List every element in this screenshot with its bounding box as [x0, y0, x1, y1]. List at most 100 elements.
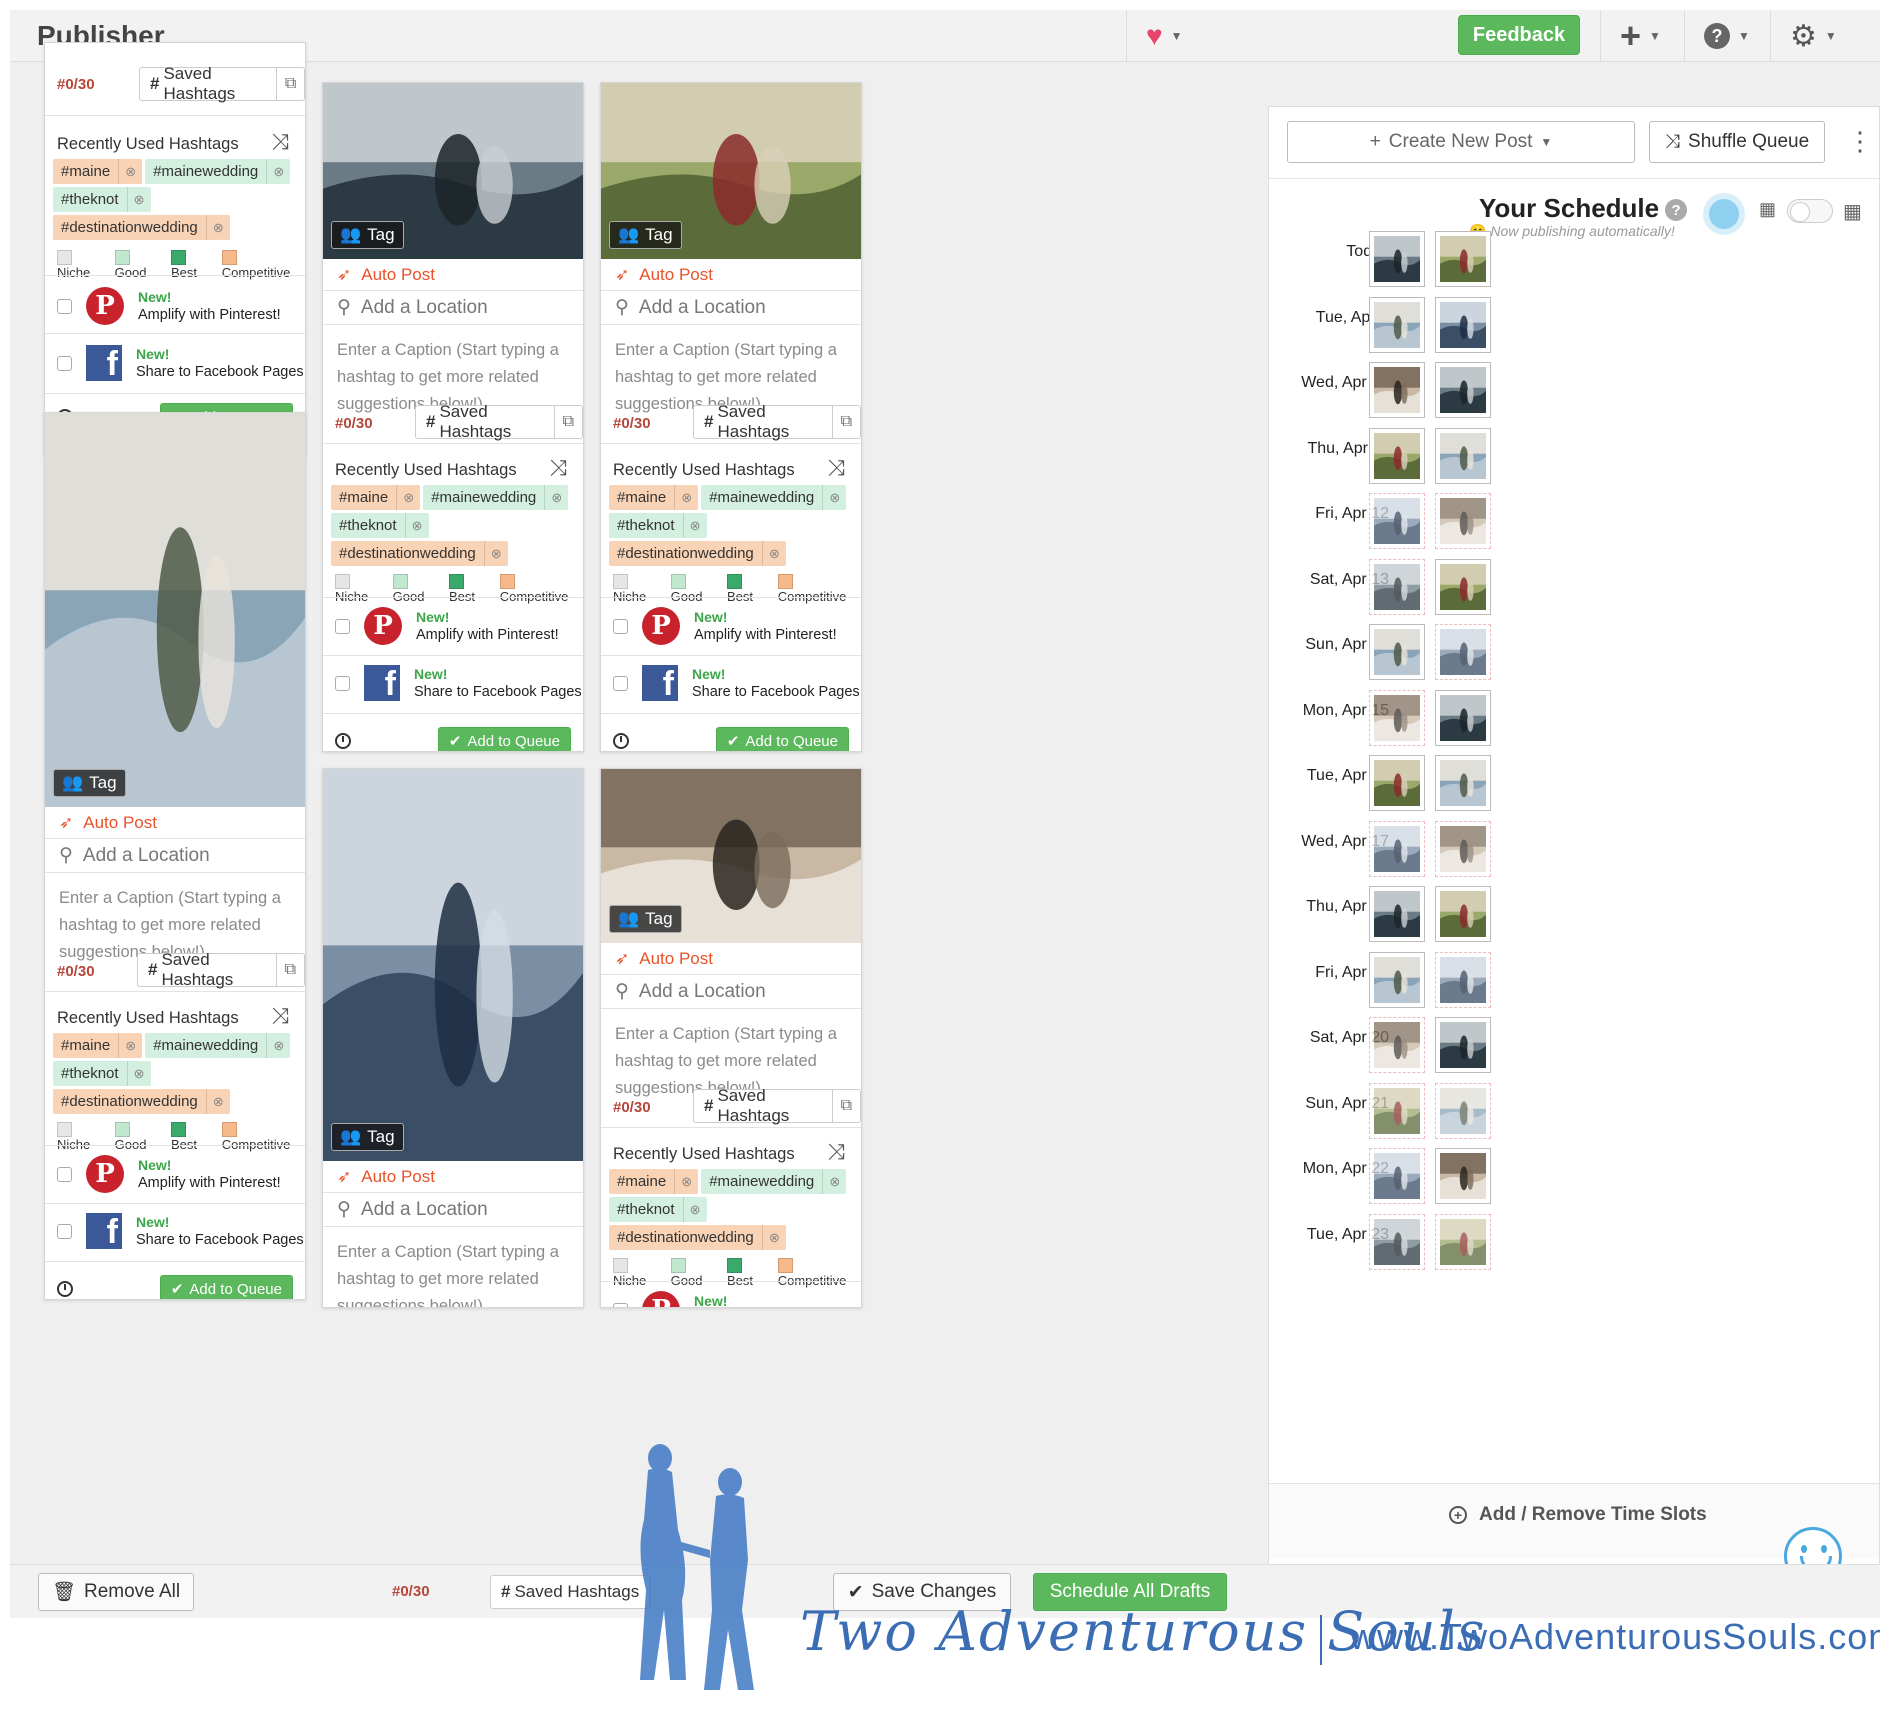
schedule-slot[interactable]: [1435, 427, 1491, 484]
remove-hashtag-icon[interactable]: ⊗: [404, 513, 429, 538]
hashtag-chip[interactable]: #destinationwedding ⊗: [53, 215, 230, 240]
add-menu[interactable]: + ▼: [1620, 15, 1661, 56]
schedule-slot[interactable]: [1435, 362, 1491, 418]
remove-hashtag-icon[interactable]: ⊗: [266, 159, 290, 184]
calendar-icon[interactable]: ▦: [1759, 199, 1776, 220]
saved-hashtags-button[interactable]: # Saved Hashtags ⧉: [693, 402, 861, 441]
schedule-slot[interactable]: [1369, 296, 1425, 353]
hashtag-chip[interactable]: #destinationwedding ⊗: [331, 541, 508, 566]
shuffle-icon[interactable]: ⤨: [271, 1003, 289, 1029]
auto-post-row[interactable]: ➶ Auto Post: [323, 259, 583, 291]
hashtag-chip[interactable]: #maine ⊗: [53, 1033, 143, 1058]
remove-hashtag-icon[interactable]: ⊗: [674, 485, 698, 510]
tag-button[interactable]: 👥 Tag: [331, 1123, 404, 1151]
saved-hashtags-button[interactable]: # Saved Hashtags ⧉: [415, 402, 583, 441]
schedule-slot[interactable]: [1369, 1148, 1425, 1204]
schedule-slot[interactable]: [1369, 689, 1425, 746]
schedule-slot[interactable]: [1435, 624, 1491, 680]
tag-button[interactable]: 👥 Tag: [53, 769, 126, 797]
tag-button[interactable]: 👥 Tag: [609, 905, 682, 933]
caption-input[interactable]: Enter a Caption (Start typing a hashtag …: [45, 873, 305, 961]
pinterest-checkbox[interactable]: [613, 1302, 628, 1307]
schedule-slot[interactable]: [1435, 493, 1491, 549]
remove-hashtag-icon[interactable]: ⊗: [822, 1169, 846, 1194]
post-photo[interactable]: 👥 Tag: [601, 769, 861, 943]
schedule-slot[interactable]: [1369, 755, 1425, 811]
facebook-checkbox[interactable]: [57, 355, 72, 371]
remove-hashtag-icon[interactable]: ⊗: [674, 1169, 698, 1194]
post-photo[interactable]: 👥 Tag: [323, 83, 583, 259]
hashtag-chip[interactable]: #theknot ⊗: [53, 1061, 151, 1086]
post-photo[interactable]: 👥 Tag: [323, 769, 583, 1161]
hashtag-chip[interactable]: #maine ⊗: [609, 1169, 699, 1194]
schedule-slot[interactable]: [1369, 427, 1425, 484]
caption-input[interactable]: Enter a Caption (Start typing a hashtag …: [323, 325, 583, 413]
add-location-field[interactable]: ⚲ Add a Location: [601, 291, 861, 325]
remove-hashtag-icon[interactable]: ⊗: [682, 1197, 707, 1222]
schedule-slot[interactable]: [1435, 820, 1491, 877]
remove-hashtag-icon[interactable]: ⊗: [266, 1033, 290, 1058]
remove-hashtag-icon[interactable]: ⊗: [396, 485, 420, 510]
shuffle-icon[interactable]: ⤨: [271, 129, 289, 155]
caption-input[interactable]: Enter a Caption (Start typing a hashtag …: [601, 325, 861, 413]
add-to-queue-button[interactable]: ✔ Add to Queue: [437, 727, 571, 751]
schedule-slot[interactable]: [1435, 1017, 1491, 1073]
add-to-queue-button[interactable]: ✔ Add to Queue: [715, 727, 849, 751]
add-location-field[interactable]: ⚲ Add a Location: [323, 291, 583, 325]
saved-hashtags-button[interactable]: # Saved Hashtags ⧉: [139, 64, 305, 103]
feedback-button[interactable]: Feedback: [1458, 15, 1580, 55]
hashtag-chip[interactable]: #theknot ⊗: [609, 1197, 707, 1222]
settings-menu[interactable]: ⚙ ▼: [1790, 16, 1837, 56]
shuffle-icon[interactable]: ⤨: [827, 455, 845, 481]
schedule-slot[interactable]: [1435, 951, 1491, 1008]
schedule-slot[interactable]: [1369, 1213, 1425, 1270]
schedule-slot[interactable]: [1369, 820, 1425, 877]
remove-hashtag-icon[interactable]: ⊗: [205, 215, 230, 240]
schedule-slot[interactable]: [1369, 231, 1425, 287]
remove-hashtag-icon[interactable]: ⊗: [761, 1225, 786, 1250]
schedule-slot[interactable]: [1369, 1017, 1425, 1073]
hashtag-chip[interactable]: #destinationwedding ⊗: [609, 1225, 786, 1250]
hashtag-chip[interactable]: #maine ⊗: [331, 485, 421, 510]
schedule-slot[interactable]: [1435, 231, 1491, 287]
clock-icon[interactable]: [335, 733, 351, 749]
schedule-slot[interactable]: [1369, 624, 1425, 680]
view-toggle[interactable]: [1787, 199, 1833, 223]
facebook-checkbox[interactable]: [335, 675, 350, 691]
remove-all-button[interactable]: 🗑 Remove All: [38, 1573, 194, 1611]
auto-post-row[interactable]: ➶ Auto Post: [323, 1161, 583, 1193]
schedule-slot[interactable]: [1435, 689, 1491, 746]
hashtag-chip[interactable]: #mainewedding ⊗: [701, 485, 847, 510]
hashtag-chip[interactable]: #mainewedding ⊗: [701, 1169, 847, 1194]
post-photo[interactable]: 👥 Tag: [45, 413, 305, 807]
pinterest-checkbox[interactable]: [57, 298, 72, 314]
remove-hashtag-icon[interactable]: ⊗: [205, 1089, 230, 1114]
auto-post-row[interactable]: ➶ Auto Post: [601, 943, 861, 975]
caption-input[interactable]: Enter a Caption (Start typing a hashtag …: [323, 1227, 583, 1307]
add-location-field[interactable]: ⚲ Add a Location: [45, 839, 305, 873]
saved-hashtags-button[interactable]: # Saved Hashtags ⧉: [137, 950, 305, 989]
schedule-slot[interactable]: [1435, 886, 1491, 942]
remove-hashtag-icon[interactable]: ⊗: [761, 541, 786, 566]
facebook-checkbox[interactable]: [613, 675, 628, 691]
caption-input[interactable]: Enter a Caption (Start typing a hashtag …: [601, 1009, 861, 1097]
hashtag-chip[interactable]: #theknot ⊗: [53, 187, 151, 212]
hashtag-chip[interactable]: #maine ⊗: [609, 485, 699, 510]
hashtag-chip[interactable]: #mainewedding ⊗: [423, 485, 569, 510]
schedule-slot[interactable]: [1369, 558, 1425, 615]
hashtag-chip[interactable]: #theknot ⊗: [331, 513, 429, 538]
grid-view-icon[interactable]: ▦: [1843, 199, 1862, 224]
favorites-menu[interactable]: ♥ ▼: [1146, 16, 1183, 56]
help-menu[interactable]: ? ▼: [1704, 16, 1750, 56]
schedule-slot[interactable]: [1435, 296, 1491, 353]
help-icon[interactable]: ?: [1665, 199, 1688, 222]
remove-hashtag-icon[interactable]: ⊗: [682, 513, 707, 538]
shuffle-icon[interactable]: ⤨: [827, 1139, 845, 1165]
hashtag-chip[interactable]: #maine ⊗: [53, 159, 143, 184]
hashtag-chip[interactable]: #mainewedding ⊗: [145, 1033, 291, 1058]
facebook-checkbox[interactable]: [57, 1223, 72, 1239]
auto-post-row[interactable]: ➶ Auto Post: [45, 807, 305, 839]
schedule-slot[interactable]: [1369, 493, 1425, 549]
add-location-field[interactable]: ⚲ Add a Location: [601, 975, 861, 1009]
schedule-slot[interactable]: [1369, 362, 1425, 418]
